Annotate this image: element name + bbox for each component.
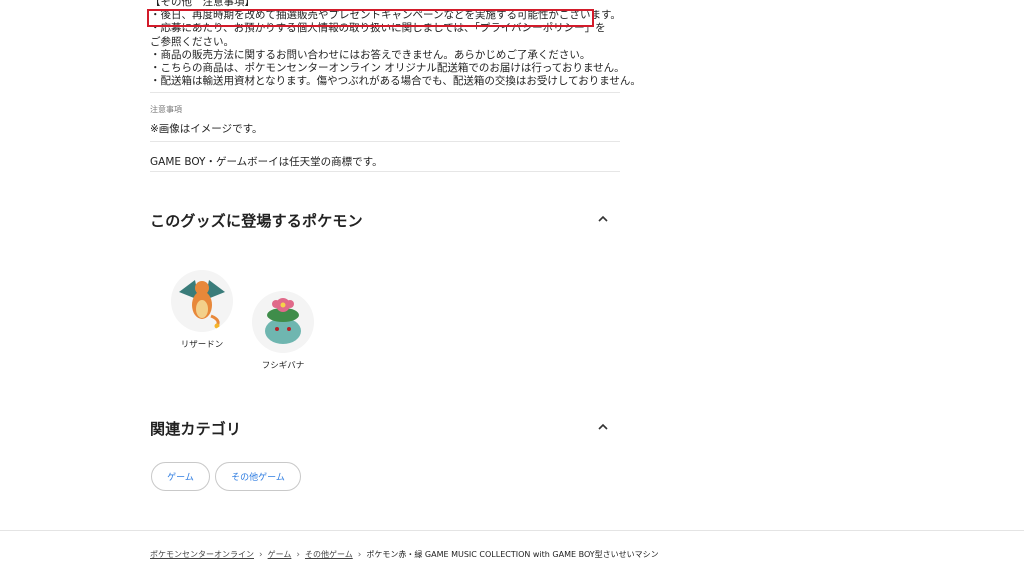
breadcrumb-current: ポケモン赤・緑 GAME MUSIC COLLECTION with GAME … [366,550,659,559]
breadcrumb: ポケモンセンターオンライン › ゲーム › その他ゲーム › ポケモン赤・緑 G… [150,549,659,560]
divider [150,141,620,142]
category-chip-other-game[interactable]: その他ゲーム [215,462,301,491]
pokemon-card-charizard[interactable]: リザードン [157,270,247,350]
breadcrumb-link-game[interactable]: ゲーム [268,549,292,560]
chevron-right-icon: › [357,549,362,560]
category-section-title: 関連カテゴリ [150,420,242,438]
highlight-box [147,9,594,27]
chevron-up-icon[interactable] [596,212,610,226]
chevron-right-icon: › [296,549,300,560]
notes-line-4: ・こちらの商品は、ポケモンセンターオンライン オリジナル配送箱でのお届けは行って… [150,61,625,74]
category-chip-game[interactable]: ゲーム [151,462,210,491]
divider [150,171,620,172]
chevron-up-icon[interactable] [596,420,610,434]
trademark-note: GAME BOY・ゲームボーイは任天堂の商標です。 [150,156,383,168]
chevron-right-icon: › [259,549,263,560]
pokemon-card-venusaur[interactable]: フシギバナ [238,291,328,371]
pokemon-name: リザードン [180,340,224,350]
breadcrumb-link-home[interactable]: ポケモンセンターオンライン [150,549,254,560]
divider [150,92,620,93]
venusaur-image [252,291,314,353]
caution-label: 注意事項 [150,105,182,114]
notes-line-3: ・商品の販売方法に関するお問い合わせにはお答えできません。あらかじめご了承くださ… [150,48,591,61]
charizard-image [171,270,233,332]
notes-line-5: ・配送箱は輸送用資材となります。傷やつぶれがある場合でも、配送箱の交換はお受けし… [150,75,641,88]
image-note: ※画像はイメージです。 [150,123,263,135]
notes-heading: 【その他 注意事項】 [150,0,255,8]
pokemon-name: フシギバナ [261,361,305,371]
breadcrumb-link-other-game[interactable]: その他ゲーム [305,549,353,560]
pokemon-section-title: このグッズに登場するポケモン [150,212,363,230]
footer-divider [0,530,1024,531]
